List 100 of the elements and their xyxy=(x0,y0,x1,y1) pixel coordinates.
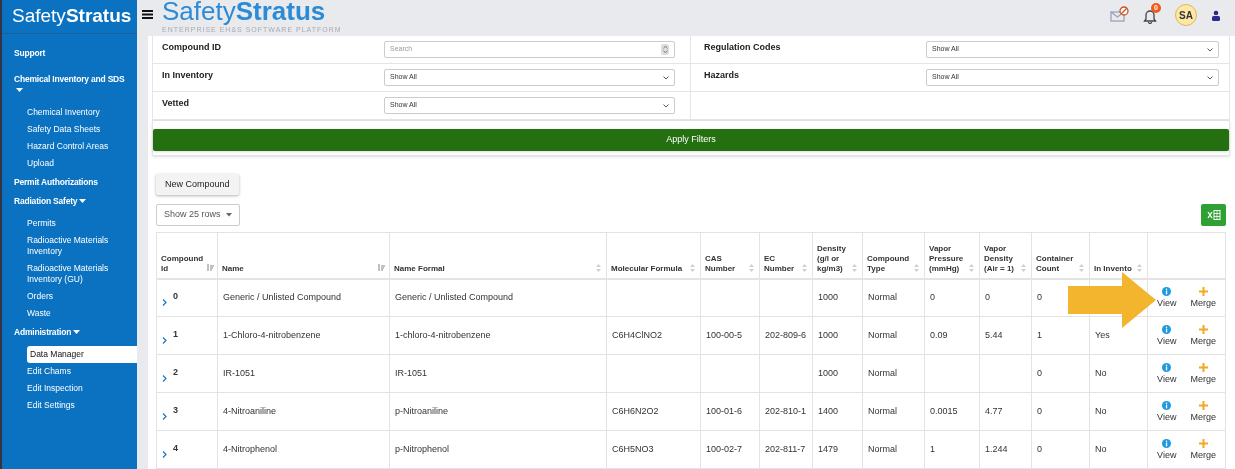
table-cell: Normal xyxy=(868,292,897,302)
column-header[interactable]: Compound Id xyxy=(156,232,218,279)
chevron-icon xyxy=(663,75,669,80)
sort-arrows-icon xyxy=(689,263,696,272)
sidebar-item[interactable]: Hazard Control Areas xyxy=(2,138,137,155)
sidebar-section[interactable]: Permit Authorizations xyxy=(2,177,137,188)
plus-icon xyxy=(1198,401,1208,410)
view-button[interactable]: View xyxy=(1157,401,1177,422)
filter-label: Vetted xyxy=(162,97,190,110)
sidebar-section[interactable]: Support xyxy=(2,48,137,59)
column-header[interactable]: Compound Type xyxy=(862,232,925,279)
sidebar-item[interactable]: Edit Inspection xyxy=(2,380,137,397)
filter-label: Compound ID xyxy=(162,41,222,54)
table-cell: Normal xyxy=(868,405,897,416)
sidebar-item[interactable]: Radioactive Materials Inventory (GU) xyxy=(2,260,137,288)
table-cell: 0 xyxy=(1037,367,1042,378)
expand-chevron-icon[interactable] xyxy=(162,298,167,306)
merge-button[interactable]: Merge xyxy=(1190,363,1216,384)
table-cell: No xyxy=(1095,367,1107,378)
mail-blocked-icon[interactable] xyxy=(1110,6,1129,24)
table-cell: 202-810-1 xyxy=(765,405,807,416)
table-cell: 2 xyxy=(173,365,178,379)
sidebar-section[interactable]: Chemical Inventory and SDS xyxy=(2,74,137,96)
apply-filters-button[interactable]: Apply Filters xyxy=(153,128,1229,151)
table-cell: 1000 xyxy=(818,292,839,302)
sidebar-item[interactable]: Waste xyxy=(2,305,137,322)
sort-arrows-icon xyxy=(595,263,602,272)
merge-button[interactable]: Merge xyxy=(1190,325,1216,346)
column-header[interactable]: CAS Number xyxy=(700,232,760,279)
table-cell: 100-01-6 xyxy=(706,405,743,416)
expand-chevron-icon[interactable] xyxy=(162,374,167,382)
table-cell: C6H4ClNO2 xyxy=(612,329,662,340)
table-cell: p-Nitroaniline xyxy=(395,405,449,416)
table-cell: 1 xyxy=(1037,329,1042,340)
excel-export-button[interactable] xyxy=(1201,204,1226,226)
sidebar-item[interactable]: Orders xyxy=(2,288,137,305)
bell-icon[interactable] xyxy=(1143,9,1157,24)
info-icon xyxy=(1162,325,1172,334)
view-button[interactable]: View xyxy=(1157,439,1177,460)
sidebar-item[interactable]: Radioactive Materials Inventory xyxy=(2,232,137,260)
table-cell-text: 0 xyxy=(173,289,178,303)
info-icon xyxy=(1162,439,1172,448)
sidebar-item[interactable]: Edit Settings xyxy=(2,397,137,414)
column-header[interactable]: Name Formal xyxy=(389,232,607,279)
view-button[interactable]: View xyxy=(1157,325,1177,346)
spinner-icon[interactable] xyxy=(661,44,669,55)
sidebar-section[interactable]: Radiation Safety xyxy=(2,196,137,207)
menu-icon[interactable] xyxy=(142,9,153,19)
table-cell: Normal xyxy=(868,329,897,340)
column-header[interactable]: Molecular Formula xyxy=(606,232,701,279)
plus-icon xyxy=(1198,287,1208,297)
user-icon[interactable] xyxy=(1211,9,1221,21)
filter-label: Hazards xyxy=(704,69,740,82)
sidebar-item[interactable]: Permits xyxy=(2,215,137,232)
merge-button[interactable]: Merge xyxy=(1190,287,1216,309)
chevron-icon xyxy=(663,103,669,108)
table-cell: 100-02-7 xyxy=(706,443,743,454)
sort-arrows-icon xyxy=(801,263,808,272)
sidebar-item[interactable]: Chemical Inventory xyxy=(2,104,137,121)
column-header[interactable]: Vapor Pressure (mmHg) xyxy=(924,232,980,279)
plus-icon xyxy=(1198,325,1208,334)
info-icon xyxy=(1162,401,1172,410)
sidebar-item[interactable]: Edit Chams xyxy=(2,363,137,380)
table-cell: 5.44 xyxy=(985,329,1003,340)
table-cell: 100-00-5 xyxy=(706,329,743,340)
table-cell: 1-Chloro-4-nitrobenzene xyxy=(223,329,321,340)
column-header[interactable]: Vapor Density (Air = 1) xyxy=(979,232,1032,279)
merge-button[interactable]: Merge xyxy=(1190,439,1216,460)
sidebar-item[interactable]: Safety Data Sheets xyxy=(2,121,137,138)
sort-arrows-icon xyxy=(968,263,975,272)
table-cell: 1 xyxy=(173,327,178,341)
table-cell: 202-811-7 xyxy=(765,443,806,454)
expand-chevron-icon[interactable] xyxy=(162,412,167,420)
sort-arrows-icon xyxy=(1078,263,1085,272)
sidebar-item[interactable]: Upload xyxy=(2,155,137,172)
page-size-dropdown[interactable]: Show 25 rows xyxy=(156,204,240,226)
sidebar-item[interactable]: Data Manager xyxy=(27,346,137,363)
table-cell: 0.0015 xyxy=(930,405,958,416)
table-cell: 0 xyxy=(930,292,935,302)
table-cell: IR-1051 xyxy=(223,367,256,378)
expand-chevron-icon[interactable] xyxy=(162,450,167,458)
sidebar-logo[interactable]: SafetyStratus xyxy=(2,0,137,34)
new-compound-button[interactable]: New Compound xyxy=(156,174,239,195)
table-cell: No xyxy=(1095,443,1107,454)
merge-button[interactable]: Merge xyxy=(1190,401,1216,422)
expand-chevron-icon[interactable] xyxy=(162,336,167,344)
column-header[interactable]: EC Number xyxy=(759,232,813,279)
table-cell: 4 xyxy=(173,441,178,455)
column-header[interactable]: Name xyxy=(217,232,390,279)
view-button[interactable]: View xyxy=(1157,287,1177,309)
sidebar-section[interactable]: Administration xyxy=(2,327,137,338)
column-header[interactable]: Density (g/l or kg/m3) xyxy=(812,232,863,279)
table-cell: Generic / Unlisted Compound xyxy=(395,292,514,302)
column-header[interactable]: Container Count xyxy=(1031,232,1090,279)
table-cell: 0.09 xyxy=(930,329,948,340)
header-logo: SafetyStratus xyxy=(162,0,327,25)
filter-label: Regulation Codes xyxy=(704,41,782,54)
view-button[interactable]: View xyxy=(1157,363,1177,384)
spreadsheet-icon xyxy=(1206,210,1221,220)
user-avatar[interactable]: SA xyxy=(1175,4,1197,26)
